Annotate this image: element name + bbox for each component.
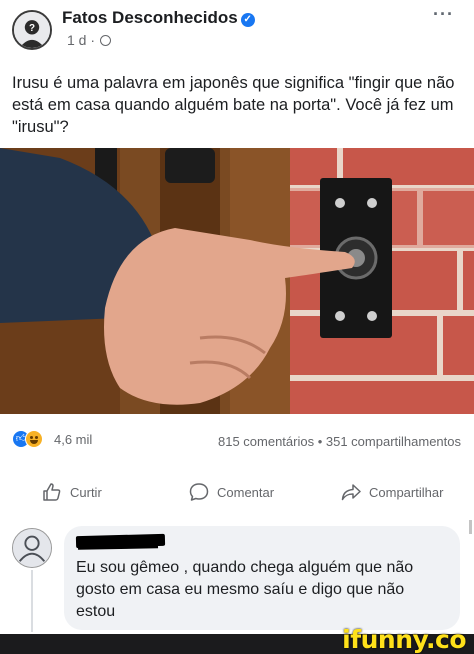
reactions-row: 👍︎ 4,6 mil 815 comentários • 351 compart… — [0, 428, 474, 452]
ifunny-watermark: ifunny.co — [342, 625, 466, 654]
post-time[interactable]: 1 d — [67, 32, 86, 48]
comment-item: Eu sou gêmeo , quando chega alguém que n… — [0, 522, 474, 634]
photo-hand-doorbell — [0, 148, 474, 414]
globe-icon — [99, 35, 111, 46]
share-label: Compartilhar — [369, 484, 444, 500]
haha-icon — [25, 430, 43, 448]
verified-badge-icon: ✓ — [240, 13, 255, 27]
engagement-summary[interactable]: 815 comentários • 351 compartilhamentos — [218, 434, 461, 449]
comment-bubble-icon — [189, 483, 209, 501]
post-header: ? Fatos Desconhecidos ✓ 1 d · ··· — [0, 0, 474, 58]
commenter-avatar[interactable] — [12, 528, 52, 568]
redacted-commenter-name-scribble — [77, 542, 159, 550]
scrollbar-thumb[interactable] — [469, 520, 472, 534]
post-photo[interactable] — [0, 148, 474, 414]
page-name-text[interactable]: Fatos Desconhecidos — [62, 8, 238, 27]
comment-bubble: Eu sou gêmeo , quando chega alguém que n… — [64, 526, 460, 630]
reaction-icons[interactable]: 👍︎ — [12, 430, 48, 448]
post-text: Irusu é uma palavra em japonês que signi… — [12, 74, 455, 136]
share-button[interactable]: Compartilhar — [341, 482, 443, 502]
like-button[interactable]: Curtir — [42, 482, 102, 502]
comment-label: Comentar — [217, 484, 275, 500]
actions-row: Curtir Comentar Compartilhar — [0, 474, 474, 510]
comment-thread-line — [31, 570, 33, 632]
default-user-icon — [13, 529, 51, 567]
page-avatar[interactable]: ? — [12, 10, 52, 50]
comment-text: Eu sou gêmeo , quando chega alguém que n… — [76, 559, 414, 620]
reaction-count[interactable]: 4,6 mil — [54, 432, 92, 447]
svg-text:?: ? — [29, 23, 35, 34]
page-name[interactable]: Fatos Desconhecidos ✓ — [62, 8, 255, 28]
meta-separator: · — [90, 32, 96, 48]
post-meta: 1 d · — [67, 32, 111, 48]
share-arrow-icon — [341, 484, 361, 501]
like-label: Curtir — [70, 484, 102, 500]
comment-button[interactable]: Comentar — [189, 482, 274, 502]
thumbs-up-icon — [43, 483, 61, 501]
more-options-button[interactable]: ··· — [433, 4, 454, 25]
page-avatar-icon: ? — [14, 12, 50, 48]
